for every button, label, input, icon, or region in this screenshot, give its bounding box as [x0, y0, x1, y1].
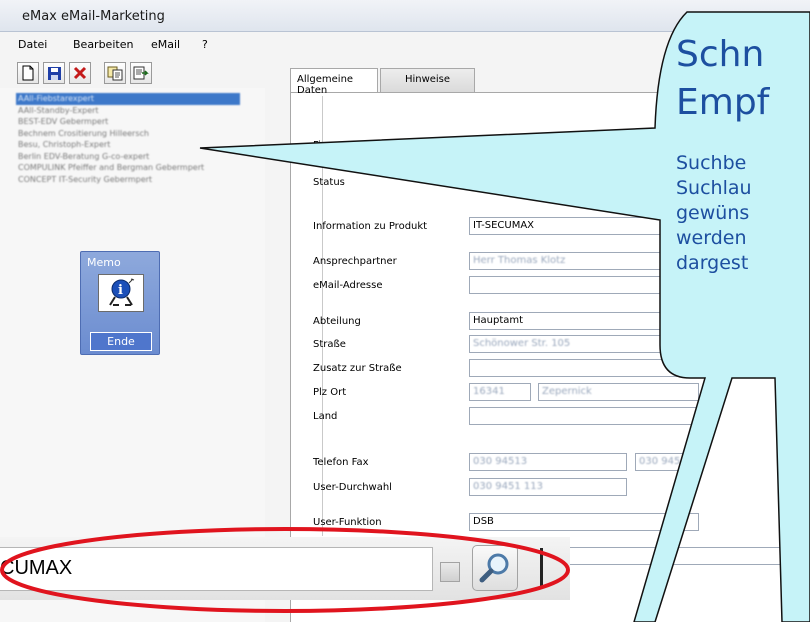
new-document-icon	[22, 65, 34, 81]
abteilung-value: Hauptamt	[473, 315, 524, 326]
fax-field[interactable]: 030 94513	[635, 453, 699, 471]
produkt-value: IT-SECUMAX	[473, 220, 535, 231]
durchwahl-field[interactable]: 030 9451 113	[469, 478, 627, 496]
menu-help[interactable]: ?	[202, 38, 208, 51]
status-select[interactable]: Ist-Stand	[469, 173, 627, 191]
list-item[interactable]: COMPULINK Pfeiffer and Bergman Gebermper…	[16, 162, 240, 174]
label-strasse: Straße	[313, 339, 346, 350]
toolbar-separator	[540, 548, 543, 588]
funktion-value: DSB	[473, 516, 494, 527]
memo-widget: Memo i Ende	[80, 251, 160, 355]
export-icon	[133, 66, 149, 80]
search-checkbox[interactable]	[440, 562, 460, 582]
save-icon	[47, 66, 61, 80]
list-item[interactable]: CONCEPT IT-Security Gebermpert	[16, 174, 240, 186]
label-ansprechpartner: Ansprechpartner	[313, 256, 397, 267]
list-item[interactable]: AAll-Fiebstarexpert	[16, 93, 240, 105]
tab-allgemeine-daten[interactable]: Allgemeine Daten	[290, 68, 378, 96]
list-item[interactable]: Bechnem Crositierung Hilleersch	[16, 128, 240, 140]
callout-title-line-2: Empf	[676, 82, 770, 123]
copy-icon	[107, 66, 123, 81]
svg-text:i: i	[118, 283, 123, 298]
label-telefon-fax: Telefon Fax	[313, 457, 369, 468]
ort-field[interactable]: Zepernick	[538, 383, 699, 401]
callout-body-line: werden	[676, 227, 747, 249]
label-plz-ort: Plz Ort	[313, 387, 347, 398]
info-person-icon[interactable]: i	[98, 274, 144, 312]
zusatz-field[interactable]	[469, 359, 699, 377]
copy-button[interactable]	[104, 62, 126, 84]
callout-title-line-1: Schn	[676, 34, 765, 75]
delete-icon	[73, 66, 87, 80]
callout-body-line: Suchlau	[676, 177, 752, 199]
menu-email[interactable]: eMail	[151, 38, 180, 51]
memo-end-button[interactable]: Ende	[90, 332, 152, 351]
label-land: Land	[313, 411, 338, 422]
label-funktion: User-Funktion	[313, 517, 382, 528]
menu-datei[interactable]: Datei	[18, 38, 47, 51]
title-bar: eMax eMail-Marketing	[0, 0, 810, 32]
toolbar	[0, 58, 280, 88]
strasse-field[interactable]: Schönower Str. 105	[469, 335, 699, 353]
produkt-field[interactable]: IT-SECUMAX	[469, 217, 699, 235]
label-status: Status	[313, 177, 345, 188]
plz-value: 16341	[473, 386, 505, 397]
search-input-zoomed[interactable]: CUMAX	[0, 547, 433, 591]
window-title: eMax eMail-Marketing	[22, 9, 165, 24]
ansprechpartner-value: Herr Thomas Klotz	[473, 255, 566, 266]
abteilung-field[interactable]: Hauptamt	[469, 312, 699, 330]
search-button[interactable]	[472, 545, 518, 591]
label-email: eMail-Adresse	[313, 280, 383, 291]
search-icon	[479, 553, 509, 583]
funktion-field[interactable]: DSB	[469, 513, 699, 531]
list-item[interactable]: AAll-Standby-Expert	[16, 105, 240, 117]
menu-bearbeiten[interactable]: Bearbeiten	[73, 38, 133, 51]
callout-body-line: Suchbe	[676, 152, 747, 174]
list-item[interactable]: Berlin EDV-Beratung G-co-expert	[16, 151, 240, 163]
telefon-field[interactable]: 030 94513	[469, 453, 627, 471]
list-item[interactable]: BEST-EDV Gebermpert	[16, 116, 240, 128]
search-value: CUMAX	[0, 557, 73, 579]
label-produkt: Information zu Produkt	[313, 221, 428, 232]
callout-body-line: dargest	[676, 252, 749, 274]
label-zusatz: Zusatz zur Straße	[313, 363, 402, 374]
chevron-down-icon	[616, 180, 622, 184]
memo-title: Memo	[87, 256, 121, 269]
status-value: Ist-Stand	[473, 176, 518, 187]
email-field[interactable]	[469, 276, 699, 294]
label-sensibilitaet: Sensibilitat	[313, 149, 369, 158]
company-list[interactable]: AAll-Fiebstarexpert AAll-Standby-Expert …	[16, 93, 240, 185]
label-durchwahl: User-Durchwahl	[313, 482, 392, 493]
delete-button[interactable]	[69, 62, 91, 84]
fax-value: 030 94513	[639, 456, 694, 467]
telefon-value: 030 94513	[473, 456, 528, 467]
list-item[interactable]: Besu, Christoph-Expert	[16, 139, 240, 151]
land-field[interactable]	[469, 407, 699, 425]
plz-field[interactable]: 16341	[469, 383, 531, 401]
durchwahl-value: 030 9451 113	[473, 481, 543, 492]
label-abteilung: Abteilung	[313, 316, 361, 327]
new-document-button[interactable]	[17, 62, 39, 84]
export-button[interactable]	[130, 62, 152, 84]
ansprechpartner-field[interactable]: Herr Thomas Klotz	[469, 252, 699, 270]
callout-body-line: gewüns	[676, 202, 750, 224]
strasse-value: Schönower Str. 105	[473, 338, 571, 349]
save-button[interactable]	[43, 62, 65, 84]
tab-hinweise[interactable]: Hinweise	[380, 68, 475, 92]
ort-value: Zepernick	[542, 386, 592, 397]
